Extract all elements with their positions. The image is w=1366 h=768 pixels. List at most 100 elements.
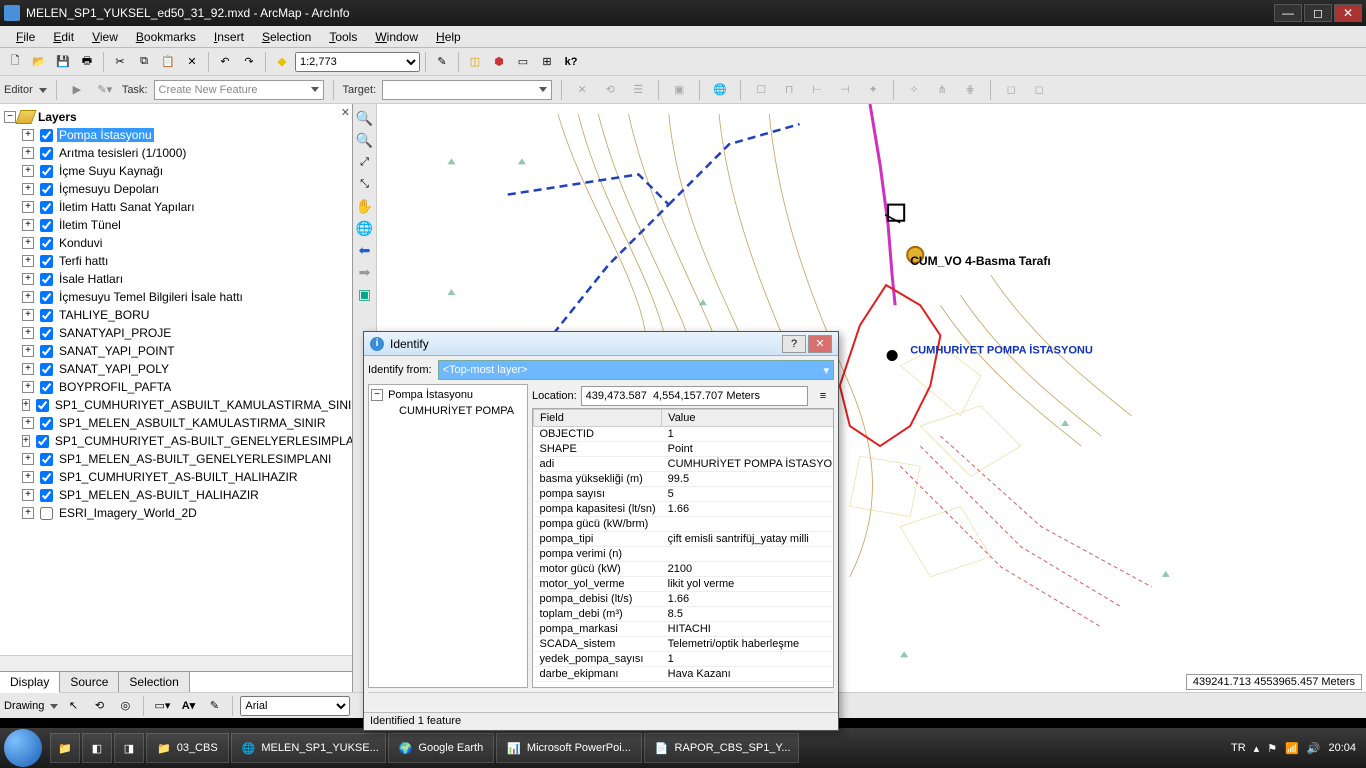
- arccatalog-icon[interactable]: ◫: [464, 51, 486, 73]
- task-combo[interactable]: Create New Feature: [154, 80, 324, 100]
- layer-checkbox[interactable]: [40, 417, 53, 430]
- layer-row[interactable]: +İçmesuyu Depoları: [2, 180, 350, 198]
- topo5-icon[interactable]: ✦: [862, 79, 884, 101]
- tray-volume-icon[interactable]: 🔊: [1307, 742, 1321, 755]
- layer-label[interactable]: BOYPROFIL_PAFTA: [57, 380, 173, 394]
- layer-label[interactable]: SANAT_YAPI_POLY: [57, 362, 171, 376]
- tray-chevron-icon[interactable]: ▴: [1254, 742, 1260, 755]
- layer-row[interactable]: +İçme Suyu Kaynağı: [2, 162, 350, 180]
- expand-icon[interactable]: +: [22, 489, 34, 501]
- layer-label[interactable]: SP1_CUMHURIYET_ASBUILT_KAMULASTIRMA_SINI…: [53, 398, 352, 412]
- layer-label[interactable]: Konduvi: [57, 236, 104, 250]
- topo8-icon[interactable]: ⋕: [959, 79, 981, 101]
- target-combo[interactable]: [382, 80, 552, 100]
- attributes-icon[interactable]: ☰: [627, 79, 649, 101]
- expand-icon[interactable]: +: [22, 201, 34, 213]
- toc-tab-selection[interactable]: Selection: [119, 672, 189, 692]
- layer-label[interactable]: Terfi hattı: [57, 254, 110, 268]
- layer-row[interactable]: + Terfi hattı: [2, 252, 350, 270]
- layer-row[interactable]: + İletim Hattı Sanat Yapıları: [2, 198, 350, 216]
- expand-icon[interactable]: +: [22, 435, 30, 447]
- next-extent-icon[interactable]: ➡: [355, 262, 375, 282]
- layer-checkbox[interactable]: [40, 201, 53, 214]
- save-icon[interactable]: 💾: [52, 51, 74, 73]
- expand-icon[interactable]: +: [22, 147, 34, 159]
- topo9-icon[interactable]: ◻: [1000, 79, 1022, 101]
- attribute-row[interactable]: motor gücü (kW)2100: [534, 562, 835, 577]
- layer-checkbox[interactable]: [40, 255, 53, 268]
- expand-icon[interactable]: −: [4, 111, 16, 123]
- tray-flag-icon[interactable]: ⚑: [1267, 742, 1277, 755]
- drawing-menu[interactable]: Drawing: [4, 700, 58, 712]
- layer-row[interactable]: +Arıtma tesisleri (1/1000): [2, 144, 350, 162]
- toc-tab-display[interactable]: Display: [0, 672, 60, 693]
- layer-label[interactable]: TAHLIYE_BORU: [57, 308, 151, 322]
- close-button[interactable]: ✕: [1334, 4, 1362, 22]
- layer-label[interactable]: İletim Hattı Sanat Yapıları: [57, 200, 197, 214]
- layer-checkbox[interactable]: [40, 381, 53, 394]
- identify-close-button[interactable]: ✕: [808, 335, 832, 353]
- menu-view[interactable]: View: [84, 28, 126, 46]
- menu-insert[interactable]: Insert: [206, 28, 252, 46]
- select-features-icon[interactable]: ▣: [355, 284, 375, 304]
- layer-checkbox[interactable]: [40, 345, 53, 358]
- add-data-icon[interactable]: ◆: [271, 51, 293, 73]
- attribute-row[interactable]: pompa gücü (kW/brm): [534, 517, 835, 532]
- pinned-explorer-icon[interactable]: 📁: [50, 733, 80, 763]
- identify-tree[interactable]: − Pompa İstasyonu CUMHURİYET POMPA: [368, 384, 528, 688]
- layer-checkbox[interactable]: [40, 165, 53, 178]
- layer-row[interactable]: +BOYPROFIL_PAFTA: [2, 378, 350, 396]
- new-doc-icon[interactable]: 🗋: [4, 51, 26, 73]
- layer-row[interactable]: +SANATYAPI_PROJE: [2, 324, 350, 342]
- layer-row[interactable]: + İçmesuyu Temel Bilgileri İsale hattı: [2, 288, 350, 306]
- font-combo[interactable]: Arial: [240, 696, 350, 716]
- expand-icon[interactable]: +: [22, 507, 34, 519]
- expand-icon[interactable]: +: [22, 309, 34, 321]
- attribute-row[interactable]: pompa kapasitesi (lt/sn)1.66: [534, 502, 835, 517]
- editor-menu[interactable]: Editor: [4, 84, 47, 96]
- expand-icon[interactable]: +: [22, 219, 34, 231]
- attribute-row[interactable]: pompa verimi (n): [534, 547, 835, 562]
- topo4-icon[interactable]: ⊣: [834, 79, 856, 101]
- pinned-app2-icon[interactable]: ◨: [114, 733, 144, 763]
- tray-network-icon[interactable]: 📶: [1285, 742, 1299, 755]
- globe-icon[interactable]: 🌐: [709, 79, 731, 101]
- attribute-row[interactable]: toplam_debi (m³)8.5: [534, 607, 835, 622]
- layer-row[interactable]: +İletim Tünel: [2, 216, 350, 234]
- layer-checkbox[interactable]: [40, 129, 53, 142]
- layer-checkbox[interactable]: [40, 291, 53, 304]
- layer-label[interactable]: ESRI_Imagery_World_2D: [57, 506, 199, 520]
- layer-checkbox[interactable]: [40, 219, 53, 232]
- layer-label[interactable]: SP1_MELEN_AS-BUILT_GENELYERLESIMPLANI: [57, 452, 333, 466]
- topo6-icon[interactable]: ✧: [903, 79, 925, 101]
- layer-label[interactable]: İçme Suyu Kaynağı: [57, 164, 165, 178]
- identify-tree-child[interactable]: CUMHURİYET POMPA: [399, 405, 514, 417]
- layer-row[interactable]: +Konduvi: [2, 234, 350, 252]
- expand-icon[interactable]: +: [22, 453, 34, 465]
- identify-from-combo[interactable]: <Top-most layer>▾: [438, 360, 834, 380]
- layer-checkbox[interactable]: [40, 309, 53, 322]
- layer-checkbox[interactable]: [36, 399, 49, 412]
- topo3-icon[interactable]: ⊢: [806, 79, 828, 101]
- layer-row[interactable]: +SANAT_YAPI_POLY: [2, 360, 350, 378]
- layer-row[interactable]: +SP1_CUMHURIYET_ASBUILT_KAMULASTIRMA_SIN…: [2, 396, 350, 414]
- menu-file[interactable]: File: [8, 28, 43, 46]
- expand-icon[interactable]: +: [22, 291, 34, 303]
- model-builder-icon[interactable]: ⊞: [536, 51, 558, 73]
- layer-label[interactable]: Pompa İstasyonu: [57, 128, 154, 142]
- expand-icon[interactable]: +: [22, 255, 34, 267]
- delete-icon[interactable]: ✕: [181, 51, 203, 73]
- layer-label[interactable]: İçmesuyu Temel Bilgileri İsale hattı: [57, 290, 245, 304]
- menu-selection[interactable]: Selection: [254, 28, 319, 46]
- topo7-icon[interactable]: ⋔: [931, 79, 953, 101]
- rotate-element-icon[interactable]: ⟲: [88, 695, 110, 717]
- topo1-icon[interactable]: ☐: [750, 79, 772, 101]
- start-button[interactable]: [4, 729, 42, 767]
- menu-help[interactable]: Help: [428, 28, 469, 46]
- expand-icon[interactable]: +: [22, 471, 34, 483]
- attribute-row[interactable]: OBJECTID1: [534, 427, 835, 442]
- expand-icon[interactable]: +: [22, 345, 34, 357]
- split-icon[interactable]: ✕: [571, 79, 593, 101]
- text-icon[interactable]: A▾: [177, 695, 199, 717]
- scale-combo[interactable]: 1:2,773: [295, 52, 420, 72]
